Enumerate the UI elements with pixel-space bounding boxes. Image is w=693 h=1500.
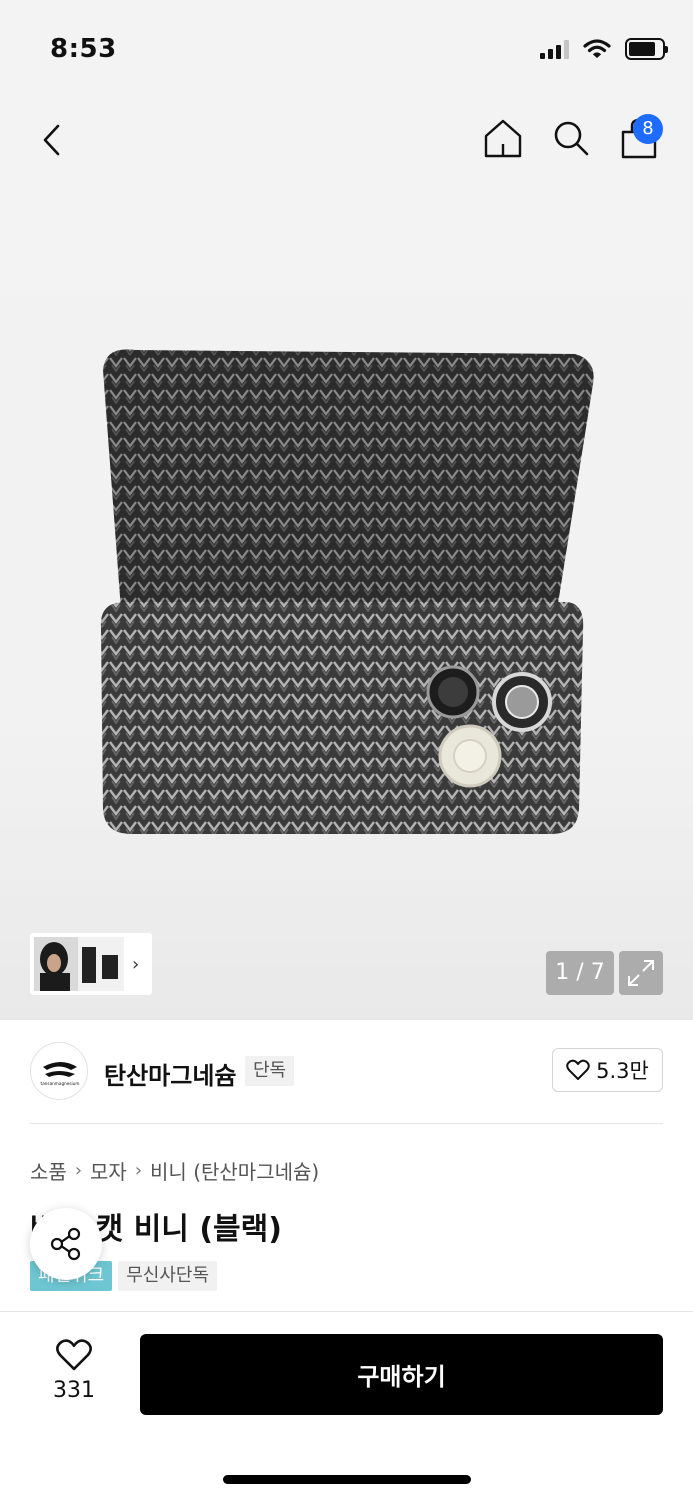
search-icon <box>554 121 589 156</box>
brand-exclusive-tag: 단독 <box>245 1056 295 1086</box>
chevron-right-icon[interactable]: › <box>132 954 139 975</box>
buy-button[interactable]: 구매하기 <box>140 1334 663 1415</box>
top-nav-bar: 8 <box>0 110 693 170</box>
status-bar: 8:53 <box>0 0 693 100</box>
product-gallery[interactable]: 8:53 8 › 1 / 7 <box>0 0 693 1020</box>
brand-logo[interactable]: tansanmagnesium <box>30 1042 88 1100</box>
brand-row: tansanmagnesium 탄산마그네슘 단독 5.3만 <box>0 1020 693 1124</box>
divider <box>30 1123 663 1124</box>
product-image[interactable] <box>95 340 600 840</box>
thumbnail-image[interactable] <box>34 937 124 991</box>
wifi-icon <box>583 39 611 58</box>
expand-icon <box>628 960 654 986</box>
brand-name[interactable]: 탄산마그네슘 <box>104 1056 236 1091</box>
status-time: 8:53 <box>50 34 117 64</box>
cart-count-badge: 8 <box>633 114 663 144</box>
tag-musinsa-exclusive[interactable]: 무신사단독 <box>118 1261 218 1291</box>
thumbnail-strip[interactable]: › <box>30 933 152 995</box>
share-icon <box>50 1227 81 1261</box>
breadcrumb: 소품 › 모자 › 비니 (탄산마그네슘) <box>30 1156 319 1185</box>
back-icon <box>43 124 60 156</box>
share-button[interactable] <box>30 1208 102 1280</box>
home-indicator <box>223 1475 471 1484</box>
status-icons <box>540 38 668 60</box>
home-icon <box>484 119 522 158</box>
wishlist-button[interactable]: 331 <box>38 1338 110 1403</box>
cellular-signal-icon <box>540 39 569 59</box>
battery-icon <box>625 38 668 60</box>
breadcrumb-item[interactable]: 비니 (탄산마그네슘) <box>150 1156 319 1185</box>
breadcrumb-item[interactable]: 소품 <box>30 1156 67 1185</box>
chevron-right-icon: › <box>134 1160 143 1181</box>
brand-like-count: 5.3만 <box>596 1059 649 1083</box>
chevron-right-icon: › <box>74 1160 83 1181</box>
home-button[interactable] <box>483 116 523 160</box>
wishlist-count: 331 <box>53 1378 95 1403</box>
back-button[interactable] <box>36 118 72 162</box>
cart-button[interactable]: 8 <box>619 114 663 160</box>
breadcrumb-item[interactable]: 모자 <box>90 1156 127 1185</box>
brand-logo-text: tansanmagnesium <box>41 1081 80 1086</box>
heart-icon <box>56 1339 92 1371</box>
heart-icon <box>566 1059 590 1080</box>
image-pager: 1 / 7 <box>546 951 614 995</box>
brand-like-button[interactable]: 5.3만 <box>552 1048 663 1092</box>
search-button[interactable] <box>551 116 591 160</box>
bottom-action-bar: 331 구매하기 <box>0 1311 693 1500</box>
fullscreen-button[interactable] <box>619 951 663 995</box>
